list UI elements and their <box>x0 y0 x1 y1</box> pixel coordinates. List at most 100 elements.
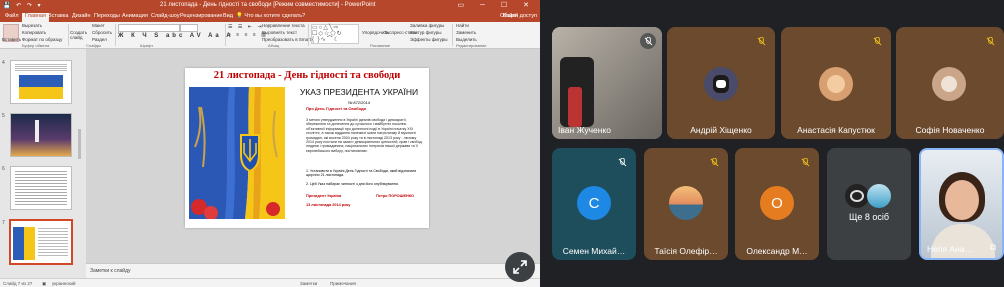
thumbnail-text <box>38 228 68 258</box>
layout-button[interactable]: Макет <box>92 23 105 28</box>
cut-button[interactable]: Вырезать <box>22 23 42 28</box>
participant-tile[interactable]: Софія Новаченко <box>896 27 1004 139</box>
divider <box>452 24 453 46</box>
participant-name: Анастасія Капустюк <box>797 125 875 135</box>
font-size-dropdown[interactable] <box>180 24 198 32</box>
slide-thumbnails-pane: 4 5 6 7 <box>0 49 84 269</box>
participant-tile[interactable]: С Семен Михай… <box>552 148 636 260</box>
more-participants-tile[interactable]: Ще 8 осіб <box>827 148 911 260</box>
slide-title: 21 листопада - День гідності та свободи <box>213 70 401 81</box>
decree-body: З метою утвердження в Україні ідеалів св… <box>306 118 422 153</box>
slide-thumbnail-7[interactable] <box>9 219 73 265</box>
shape-effects-button[interactable]: Эффекты фигуры <box>410 37 448 42</box>
align-text-button[interactable]: Выровнять текст <box>262 30 297 35</box>
avatar-image <box>850 190 864 202</box>
tab-insert[interactable]: Вставка <box>48 13 68 19</box>
slide-thumbnail-5[interactable] <box>10 113 72 157</box>
participant-name: Софія Новаченко <box>915 125 985 135</box>
pip-icon[interactable]: ⧉ <box>990 242 996 253</box>
copy-button[interactable]: Копировать <box>22 30 46 35</box>
find-button[interactable]: Найти <box>456 23 469 28</box>
window-controls[interactable]: ▭ ─ ☐ ✕ <box>457 1 536 9</box>
notes-pane[interactable]: Заметки к слайду <box>86 263 540 278</box>
shape-outline-button[interactable]: Контур фигуры <box>410 30 441 35</box>
avatar: С <box>577 186 611 220</box>
comments-toggle[interactable]: Примечания <box>330 281 356 286</box>
mic-off-icon <box>706 154 722 170</box>
participant-tile[interactable]: Андрій Хіщенко <box>667 27 775 139</box>
slide-number: 4 <box>2 60 5 66</box>
tab-slideshow[interactable]: Слайд-шоу <box>151 13 180 19</box>
paragraph-group-label: Абзац <box>268 43 280 48</box>
status-bar: Слайд 7 из 27 ▣ украинский Заметки Приме… <box>0 278 540 287</box>
participant-tile[interactable]: Таїсія Олефір… <box>644 148 728 260</box>
avatar <box>669 186 703 220</box>
participant-tile[interactable]: Анастасія Капустюк <box>781 27 891 139</box>
mic-off-icon <box>640 33 656 49</box>
tab-transitions[interactable]: Переходы <box>94 13 120 19</box>
shapes-gallery[interactable]: ▭○△╲⇨ ☐◇☆⬠↻{ }∿⌒☾ <box>311 24 359 44</box>
shape-fill-button[interactable]: Заливка фигуры <box>410 23 444 28</box>
tab-file[interactable]: Файл <box>5 13 19 19</box>
slide-thumbnail-6[interactable] <box>10 166 72 210</box>
drawing-group-label: Рисование <box>370 43 391 48</box>
tell-me-search[interactable]: 💡 Что вы хотите сделать? <box>236 13 305 19</box>
section-button[interactable]: Раздел <box>92 37 107 42</box>
president-label: Президент України <box>306 194 342 198</box>
participant-name: Семен Михай… <box>562 246 626 256</box>
tab-home[interactable]: Главная <box>22 13 49 22</box>
tab-review[interactable]: Рецензирование <box>180 13 222 19</box>
font-format-buttons[interactable]: Ж К Ч S abc AV Aa A <box>118 33 234 39</box>
select-button[interactable]: Выделить <box>456 37 477 42</box>
spellcheck-icon[interactable]: ▣ <box>42 281 46 287</box>
reset-button[interactable]: Сбросить <box>92 30 112 35</box>
ribbon: Вставить Вырезать Копировать Формат по о… <box>0 22 540 49</box>
divider <box>225 24 226 46</box>
powerpoint-window: 💾 ↶ ↷ ▾ 21 листопада - День гідності та … <box>0 0 540 287</box>
thumbnail-image <box>13 227 35 260</box>
avatar-image <box>941 76 957 92</box>
replace-button[interactable]: Заменить <box>456 30 476 35</box>
tab-design[interactable]: Дизайн <box>72 13 91 19</box>
mic-off-icon <box>982 33 998 49</box>
current-slide[interactable]: 21 листопада - День гідності та свободи … <box>185 68 429 228</box>
paste-button[interactable]: Вставить <box>2 37 21 42</box>
participant-name: Іван Жученко <box>558 125 611 135</box>
tab-view[interactable]: Вид <box>223 13 233 19</box>
decree-signature: Президент України Петро ПОРОШЕНКО <box>306 194 424 198</box>
participant-tile[interactable]: О Олександр М… <box>735 148 819 260</box>
avatar <box>867 184 891 208</box>
decree-point-1: 1. Установити в Україні День Гідності та… <box>306 169 417 178</box>
notes-placeholder: Заметки к слайду <box>90 268 131 274</box>
tab-animation[interactable]: Анимация <box>122 13 148 19</box>
video-feed-face <box>945 180 979 220</box>
divider <box>308 24 309 46</box>
share-button[interactable]: Общий доступ <box>500 13 537 19</box>
avatar <box>819 67 853 101</box>
thumbnails-scrollbar[interactable] <box>78 129 81 159</box>
text-direction-button[interactable]: Направление текста <box>262 23 305 28</box>
participant-tile-self[interactable]: Неля Ана… ⧉ <box>919 148 1004 260</box>
decree-subject: Про День Гідності та Свободи <box>306 106 367 111</box>
font-name-dropdown[interactable] <box>118 24 180 32</box>
slide-thumbnail-4[interactable] <box>10 60 72 104</box>
slide-number: 5 <box>2 113 5 119</box>
decree-date: 13 листопада 2014 року <box>306 203 351 207</box>
slide-number: 6 <box>2 166 5 172</box>
quick-access-toolbar[interactable]: 💾 ↶ ↷ ▾ <box>3 2 43 9</box>
window-title: 21 листопада - День гідності та свободи … <box>160 2 376 8</box>
language-indicator[interactable]: украинский <box>52 281 75 286</box>
format-painter-button[interactable]: Формат по образцу <box>22 37 62 42</box>
more-participants-label: Ще 8 осіб <box>848 212 890 222</box>
thumbnail-image <box>19 75 63 99</box>
video-feed-detail <box>568 87 582 127</box>
participant-tile[interactable]: Іван Жученко <box>552 27 662 139</box>
lightbulb-icon: 💡 <box>236 13 243 19</box>
expand-icon[interactable] <box>505 252 535 282</box>
new-slide-button[interactable]: Создать слайд <box>70 30 87 40</box>
ukraine-flag-image <box>189 87 285 219</box>
mic-off-icon <box>753 33 769 49</box>
president-name: Петро ПОРОШЕНКО <box>376 194 414 198</box>
notes-toggle[interactable]: Заметки <box>300 281 317 286</box>
editing-group-label: Редактирование <box>456 43 487 48</box>
